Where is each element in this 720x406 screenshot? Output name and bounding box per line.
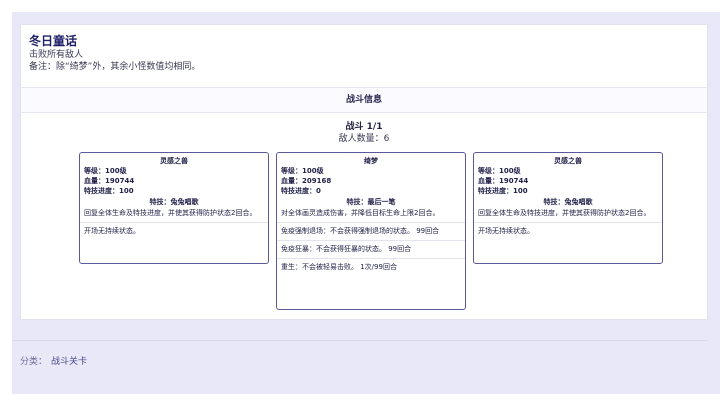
enemy-level: 等级：100级 — [478, 167, 521, 175]
category-bar: 分类： 战斗关卡 — [20, 356, 87, 368]
enemy-passive: 免疫狂暴：不会获得狂暴的状态。 99回合 — [281, 245, 412, 253]
enemy-hp: 血量：190744 — [84, 177, 135, 185]
stage-header: 冬日童话 击败所有敌人 备注：除“绮梦”外，其余小怪数值均相同。 — [21, 25, 707, 87]
category-label: 分类： — [20, 357, 48, 367]
enemy-card: 灵感之兽 等级：100级 血量：190744 特技进度：100 特技：兔兔唱歌 … — [473, 152, 663, 264]
battle-name: 战斗 1/1 — [345, 122, 383, 132]
enemy-name: 灵感之兽 — [554, 157, 582, 165]
enemy-skill-name: 特技：兔兔唱歌 — [149, 198, 199, 206]
enemy-passive: 免疫强制退场：不会获得强制退场的状态。 99回合 — [281, 227, 440, 235]
enemy-passive: 开场无持续状态。 — [84, 227, 140, 235]
enemy-skill-progress: 特技进度：100 — [84, 187, 134, 195]
stage-title: 冬日童话 — [29, 34, 78, 48]
enemy-skill-progress: 特技进度：0 — [281, 187, 321, 195]
stage-objective: 击败所有敌人 — [29, 50, 84, 60]
divider — [80, 222, 268, 223]
divider — [474, 222, 662, 223]
enemy-level: 等级：100级 — [281, 167, 324, 175]
enemy-skill-desc: 回复全体生命及特技进度，并使其获得防护状态2回合。 — [478, 209, 651, 217]
enemy-skill-desc: 回复全体生命及特技进度，并使其获得防护状态2回合。 — [84, 209, 257, 217]
battle-panel: 冬日童话 击败所有敌人 备注：除“绮梦”外，其余小怪数值均相同。 战斗信息 战斗… — [20, 24, 708, 320]
enemy-passive: 重生：不会被轻易击败。 1次/99回合 — [281, 263, 397, 271]
enemy-hp: 血量：190744 — [478, 177, 529, 185]
category-link[interactable]: 战斗关卡 — [51, 357, 87, 367]
battle-info: 战斗 1/1 敌人数量：6 — [21, 121, 707, 145]
divider — [277, 258, 465, 259]
enemy-name: 灵感之兽 — [160, 157, 188, 165]
divider — [277, 240, 465, 241]
enemy-skill-name: 特技：兔兔唱歌 — [543, 198, 593, 206]
enemy-skill-desc: 对全体画灵造成伤害，并降低目标生命上限2回合。 — [281, 209, 440, 217]
enemy-skill-name: 特技：最后一笔 — [346, 198, 396, 206]
enemy-card: 绮梦 等级：100级 血量：209168 特技进度：0 特技：最后一笔 对全体画… — [276, 152, 466, 310]
enemy-level: 等级：100级 — [84, 167, 127, 175]
section-title: 战斗信息 — [21, 87, 707, 113]
stage-note: 备注：除“绮梦”外，其余小怪数值均相同。 — [29, 62, 201, 72]
divider — [277, 222, 465, 223]
enemy-name: 绮梦 — [364, 157, 378, 165]
enemy-skill-progress: 特技进度：100 — [478, 187, 528, 195]
enemy-count: 敌人数量：6 — [338, 134, 390, 144]
enemy-passive: 开场无持续状态。 — [478, 227, 534, 235]
enemy-hp: 血量：209168 — [281, 177, 332, 185]
footer-divider — [12, 340, 708, 341]
enemy-card: 灵感之兽 等级：100级 血量：190744 特技进度：100 特技：兔兔唱歌 … — [79, 152, 269, 264]
